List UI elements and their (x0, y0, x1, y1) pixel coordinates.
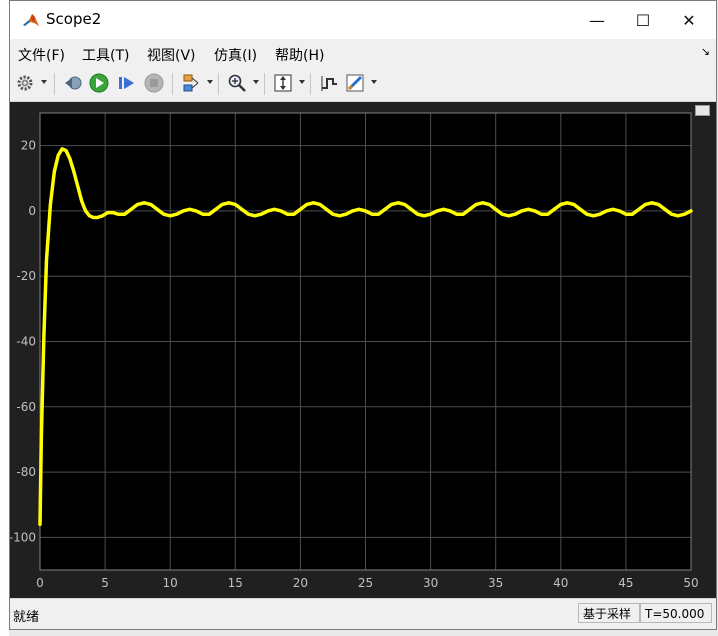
title-bar[interactable]: Scope2 — ☐ ✕ (10, 1, 716, 39)
maximize-icon: ☐ (635, 10, 651, 30)
y-tick-label: -80 (16, 465, 36, 479)
y-tick-label: -40 (16, 335, 36, 349)
x-tick-label: 50 (683, 576, 698, 590)
run-icon (89, 73, 109, 93)
run-button[interactable] (88, 72, 110, 94)
toolbar (10, 67, 716, 102)
scope-plot-area[interactable]: 0 5 10 15 20 25 30 35 40 45 50 20 0 -20 -40 -60 -80 -100 (10, 102, 716, 599)
y-tick-label: 20 (21, 139, 36, 153)
zoom-icon (228, 74, 246, 92)
style-dropdown-arrow-icon[interactable] (371, 80, 377, 84)
scale-axes-dropdown-arrow-icon[interactable] (299, 80, 305, 84)
x-tick-label: 10 (163, 576, 178, 590)
x-tick-label: 5 (101, 576, 109, 590)
stop-button[interactable] (143, 72, 165, 94)
zoom-button[interactable] (226, 72, 248, 94)
menu-help[interactable]: 帮助(H) (275, 45, 324, 65)
settings-gear-icon (17, 75, 33, 91)
x-tick-label: 40 (553, 576, 568, 590)
sample-mode-status: 基于采样 (578, 603, 640, 623)
close-button[interactable]: ✕ (666, 1, 712, 39)
menu-view[interactable]: 视图(V) (147, 45, 196, 65)
menu-file[interactable]: 文件(F) (18, 45, 65, 65)
cursor-measure-button[interactable] (318, 72, 340, 94)
style-button[interactable] (344, 72, 366, 94)
step-back-icon (65, 76, 82, 90)
background-left-strip (0, 0, 9, 636)
scope-chart[interactable]: 0 5 10 15 20 25 30 35 40 45 50 20 0 -20 -40 -60 -80 -100 (10, 102, 716, 599)
signal-selector-button[interactable] (180, 72, 202, 94)
toolbar-separator (264, 73, 265, 95)
x-tick-label: 45 (618, 576, 633, 590)
close-icon: ✕ (682, 10, 696, 30)
toolbar-separator (310, 73, 311, 95)
status-bar: 就绪 基于采样 T=50.000 (10, 598, 716, 629)
y-tick-label: -60 (16, 400, 36, 414)
zoom-dropdown-arrow-icon[interactable] (253, 80, 259, 84)
y-tick-label: -20 (16, 269, 36, 283)
sim-time-status: T=50.000 (640, 603, 712, 623)
step-forward-icon (119, 77, 134, 89)
signal-selector-icon (183, 74, 199, 92)
minimize-button[interactable]: — (574, 1, 620, 39)
x-tick-label: 25 (358, 576, 373, 590)
step-back-button[interactable] (62, 72, 84, 94)
toolbar-separator (172, 73, 173, 95)
signal-selector-dropdown-arrow-icon[interactable] (207, 80, 213, 84)
toolbar-separator (218, 73, 219, 95)
settings-dropdown-arrow-icon[interactable] (41, 80, 47, 84)
minimize-icon: — (589, 10, 605, 30)
x-tick-label: 20 (293, 576, 308, 590)
menu-simulation[interactable]: 仿真(I) (214, 45, 257, 65)
scale-axes-button[interactable] (272, 72, 294, 94)
matlab-logo-icon (22, 11, 40, 29)
menu-bar: 文件(F) 工具(T) 视图(V) 仿真(I) 帮助(H) ↘ (10, 39, 716, 67)
scope-window: Scope2 — ☐ ✕ 文件(F) 工具(T) 视图(V) 仿真(I) 帮助(… (9, 0, 717, 630)
scale-axes-icon (274, 74, 292, 92)
settings-button[interactable] (14, 72, 36, 94)
stop-icon (144, 73, 164, 93)
y-tick-label: 0 (28, 204, 36, 218)
toolbar-separator (54, 73, 55, 95)
menu-overflow-icon[interactable]: ↘ (701, 45, 710, 58)
cursor-measure-icon (321, 76, 337, 91)
x-tick-label: 15 (228, 576, 243, 590)
x-tick-label: 30 (423, 576, 438, 590)
menu-tools[interactable]: 工具(T) (82, 45, 129, 65)
x-tick-label: 35 (488, 576, 503, 590)
maximize-button[interactable]: ☐ (620, 1, 666, 39)
window-title: Scope2 (46, 10, 102, 28)
style-icon (346, 74, 364, 92)
y-tick-label: -100 (10, 530, 36, 544)
x-tick-label: 0 (36, 576, 44, 590)
step-forward-button[interactable] (116, 72, 138, 94)
status-ready-text: 就绪 (13, 610, 40, 625)
